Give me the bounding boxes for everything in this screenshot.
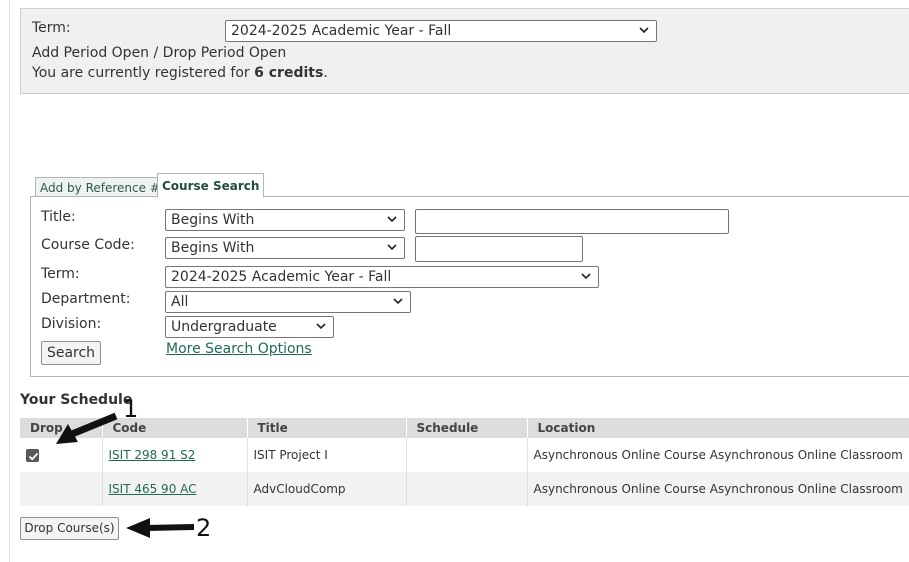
schedule-cell	[405, 472, 527, 506]
course-code-input[interactable]	[415, 236, 583, 262]
chevron-down-icon	[393, 298, 403, 305]
drop-checkbox-checked[interactable]	[26, 449, 39, 462]
col-location: Location	[526, 418, 909, 438]
course-code-label: Course Code:	[41, 237, 135, 253]
department-label: Department:	[41, 291, 131, 307]
annotation-marker-2: 2	[196, 514, 212, 542]
table-row: ISIT 465 90 AC AdvCloudComp Asynchronous…	[20, 472, 909, 506]
course-code-mode-select[interactable]: Begins With	[165, 237, 405, 259]
code-cell: ISIT 298 91 S2	[101, 438, 247, 472]
annotation-arrow-2	[126, 518, 195, 538]
tab-add-by-reference[interactable]: Add by Reference #	[35, 177, 165, 197]
more-search-options-link[interactable]: More Search Options	[166, 341, 312, 357]
left-divider	[9, 0, 10, 562]
table-row: ISIT 298 91 S2 ISIT Project I Asynchrono…	[20, 438, 909, 472]
code-cell: ISIT 465 90 AC	[101, 472, 247, 506]
schedule-cell	[405, 438, 527, 472]
search-term-label: Term:	[41, 266, 80, 282]
term-select-value: 2024-2025 Academic Year - Fall	[231, 23, 452, 39]
schedule-table: Drop Code Title Schedule Location ISIT 2…	[20, 418, 909, 506]
annotation-marker-1: 1	[123, 395, 139, 423]
location-cell: Asynchronous Online Course Asynchronous …	[526, 472, 909, 506]
credits-count: 6 credits	[254, 65, 324, 81]
chevron-down-icon	[581, 273, 591, 280]
tab-course-search[interactable]: Course Search	[157, 173, 265, 198]
chevron-down-icon	[316, 323, 326, 330]
chevron-down-icon	[387, 216, 397, 223]
term-panel: Term: 2024-2025 Academic Year - Fall Add…	[20, 8, 909, 94]
col-schedule: Schedule	[405, 418, 527, 438]
title-cell: ISIT Project I	[246, 438, 406, 472]
course-code-link[interactable]: ISIT 465 90 AC	[109, 482, 197, 496]
col-title: Title	[246, 418, 406, 438]
division-select[interactable]: Undergraduate	[165, 316, 334, 338]
drop-cell	[20, 472, 102, 506]
location-cell: Asynchronous Online Course Asynchronous …	[526, 438, 909, 472]
period-status: Add Period Open / Drop Period Open	[32, 45, 287, 61]
title-input[interactable]	[415, 209, 729, 234]
chevron-down-icon	[387, 244, 397, 251]
department-select[interactable]: All	[165, 291, 411, 313]
term-select[interactable]: 2024-2025 Academic Year - Fall	[225, 20, 657, 42]
division-label: Division:	[41, 316, 102, 332]
checkmark-icon	[28, 452, 39, 461]
title-label: Title:	[41, 209, 76, 225]
title-mode-select[interactable]: Begins With	[165, 209, 405, 231]
course-code-link[interactable]: ISIT 298 91 S2	[109, 448, 196, 462]
title-cell: AdvCloudComp	[246, 472, 406, 506]
drop-courses-button[interactable]: Drop Course(s)	[20, 517, 119, 540]
search-button[interactable]: Search	[41, 341, 101, 365]
term-label: Term:	[32, 20, 71, 36]
registered-credits-text: You are currently registered for 6 credi…	[32, 65, 328, 81]
annotation-arrow-1	[56, 412, 118, 444]
table-header-row: Drop Code Title Schedule Location	[20, 418, 909, 438]
your-schedule-heading: Your Schedule	[20, 392, 133, 408]
chevron-down-icon	[639, 27, 649, 34]
search-term-select[interactable]: 2024-2025 Academic Year - Fall	[165, 266, 599, 288]
